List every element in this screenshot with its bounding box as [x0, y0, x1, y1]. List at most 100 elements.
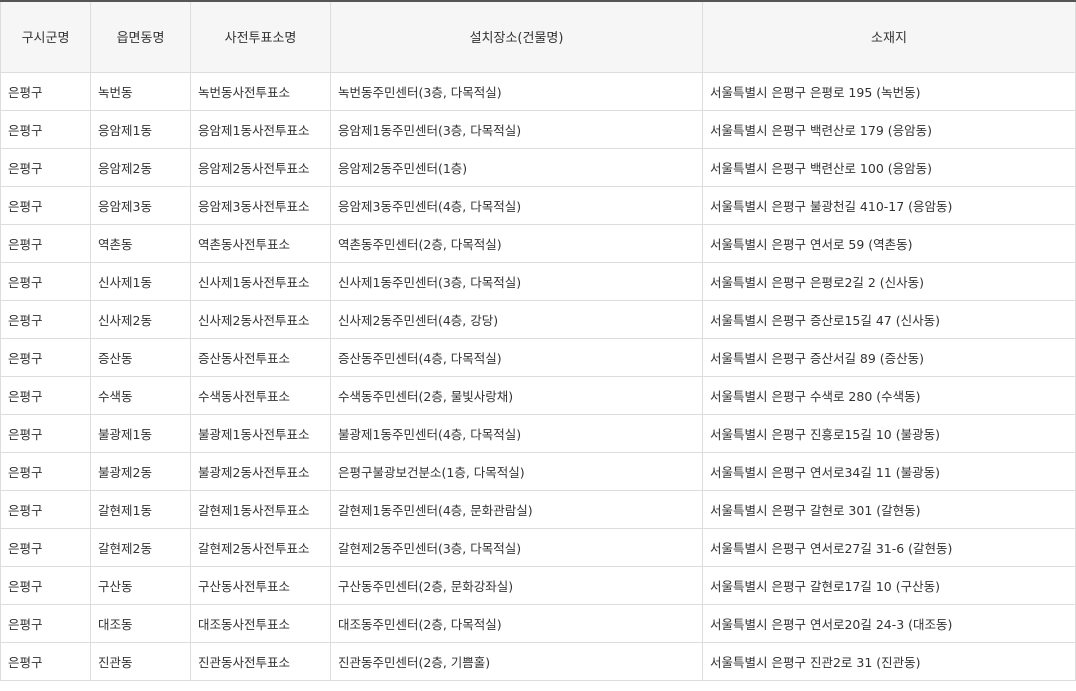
cell-address: 서울특별시 은평구 불광천길 410-17 (응암동) [702, 186, 1076, 225]
polling-stations-table: 구시군명 읍면동명 사전투표소명 설치장소(건물명) 소재지 은평구 녹번동 녹번동… [0, 0, 1076, 681]
table-row: 은평구 진관동 진관동사전투표소 진관동주민센터(2층, 기쁨홀) 서울특별시 은평구 … [0, 642, 1076, 681]
cell-venue: 응암제3동주민센터(4층, 다목적실) [330, 186, 703, 225]
header-station-name: 사전투표소명 [190, 0, 331, 73]
table-row: 은평구 응암제1동 응암제1동사전투표소 응암제1동주민센터(3층, 다목적실) 서울특… [0, 110, 1076, 149]
cell-station-name: 수색동사전투표소 [190, 376, 331, 415]
cell-station-name: 응암제3동사전투표소 [190, 186, 331, 225]
cell-district: 은평구 [0, 414, 91, 453]
cell-address: 서울특별시 은평구 은평로2길 2 (신사동) [702, 262, 1076, 301]
cell-address: 서울특별시 은평구 연서로20길 24-3 (대조동) [702, 604, 1076, 643]
header-row: 구시군명 읍면동명 사전투표소명 설치장소(건물명) 소재지 [0, 0, 1076, 73]
cell-dong: 녹번동 [90, 72, 191, 111]
cell-venue: 증산동주민센터(4층, 다목적실) [330, 338, 703, 377]
table-row: 은평구 응암제3동 응암제3동사전투표소 응암제3동주민센터(4층, 다목적실) 서울특… [0, 186, 1076, 225]
cell-district: 은평구 [0, 224, 91, 263]
cell-station-name: 신사제2동사전투표소 [190, 300, 331, 339]
cell-address: 서울특별시 은평구 은평로 195 (녹번동) [702, 72, 1076, 111]
header-dong: 읍면동명 [90, 0, 191, 73]
cell-district: 은평구 [0, 452, 91, 491]
cell-venue: 대조동주민센터(2층, 다목적실) [330, 604, 703, 643]
cell-district: 은평구 [0, 72, 91, 111]
cell-venue: 갈현제1동주민센터(4층, 문화관람실) [330, 490, 703, 529]
header-venue: 설치장소(건물명) [330, 0, 703, 73]
table-row: 은평구 불광제1동 불광제1동사전투표소 불광제1동주민센터(4층, 다목적실) 서울특… [0, 414, 1076, 453]
cell-address: 서울특별시 은평구 연서로 59 (역촌동) [702, 224, 1076, 263]
cell-station-name: 갈현제1동사전투표소 [190, 490, 331, 529]
cell-address: 서울특별시 은평구 진흥로15길 10 (불광동) [702, 414, 1076, 453]
cell-address: 서울특별시 은평구 증산서길 89 (증산동) [702, 338, 1076, 377]
cell-venue: 갈현제2동주민센터(3층, 다목적실) [330, 528, 703, 567]
cell-district: 은평구 [0, 148, 91, 187]
cell-venue: 녹번동주민센터(3층, 다목적실) [330, 72, 703, 111]
cell-station-name: 불광제2동사전투표소 [190, 452, 331, 491]
cell-station-name: 신사제1동사전투표소 [190, 262, 331, 301]
cell-district: 은평구 [0, 262, 91, 301]
cell-district: 은평구 [0, 566, 91, 605]
cell-dong: 신사제1동 [90, 262, 191, 301]
table-header: 구시군명 읍면동명 사전투표소명 설치장소(건물명) 소재지 [0, 0, 1076, 73]
cell-address: 서울특별시 은평구 증산로15길 47 (신사동) [702, 300, 1076, 339]
cell-address: 서울특별시 은평구 백련산로 100 (응암동) [702, 148, 1076, 187]
cell-station-name: 진관동사전투표소 [190, 642, 331, 681]
cell-dong: 응암제1동 [90, 110, 191, 149]
cell-address: 서울특별시 은평구 갈현로 301 (갈현동) [702, 490, 1076, 529]
cell-district: 은평구 [0, 642, 91, 681]
cell-district: 은평구 [0, 338, 91, 377]
table-row: 은평구 갈현제2동 갈현제2동사전투표소 갈현제2동주민센터(3층, 다목적실) 서울특… [0, 528, 1076, 567]
cell-station-name: 녹번동사전투표소 [190, 72, 331, 111]
cell-address: 서울특별시 은평구 갈현로17길 10 (구산동) [702, 566, 1076, 605]
cell-dong: 불광제1동 [90, 414, 191, 453]
cell-address: 서울특별시 은평구 연서로27길 31-6 (갈현동) [702, 528, 1076, 567]
table-row: 은평구 불광제2동 불광제2동사전투표소 은평구불광보건분소(1층, 다목적실) 서울특… [0, 452, 1076, 491]
cell-dong: 구산동 [90, 566, 191, 605]
cell-venue: 은평구불광보건분소(1층, 다목적실) [330, 452, 703, 491]
cell-venue: 응암제2동주민센터(1층) [330, 148, 703, 187]
cell-dong: 응암제2동 [90, 148, 191, 187]
cell-district: 은평구 [0, 110, 91, 149]
cell-dong: 진관동 [90, 642, 191, 681]
cell-station-name: 구산동사전투표소 [190, 566, 331, 605]
cell-dong: 갈현제1동 [90, 490, 191, 529]
cell-station-name: 응암제1동사전투표소 [190, 110, 331, 149]
cell-venue: 신사제1동주민센터(3층, 다목적실) [330, 262, 703, 301]
cell-address: 서울특별시 은평구 진관2로 31 (진관동) [702, 642, 1076, 681]
cell-dong: 불광제2동 [90, 452, 191, 491]
header-address: 소재지 [702, 0, 1076, 73]
cell-venue: 신사제2동주민센터(4층, 강당) [330, 300, 703, 339]
cell-venue: 수색동주민센터(2층, 물빛사랑채) [330, 376, 703, 415]
cell-dong: 신사제2동 [90, 300, 191, 339]
cell-station-name: 대조동사전투표소 [190, 604, 331, 643]
cell-district: 은평구 [0, 604, 91, 643]
table-body: 은평구 녹번동 녹번동사전투표소 녹번동주민센터(3층, 다목적실) 서울특별시 은평구… [0, 72, 1076, 681]
cell-station-name: 역촌동사전투표소 [190, 224, 331, 263]
cell-station-name: 증산동사전투표소 [190, 338, 331, 377]
cell-dong: 증산동 [90, 338, 191, 377]
cell-station-name: 불광제1동사전투표소 [190, 414, 331, 453]
cell-venue: 불광제1동주민센터(4층, 다목적실) [330, 414, 703, 453]
table-row: 은평구 증산동 증산동사전투표소 증산동주민센터(4층, 다목적실) 서울특별시 은평구… [0, 338, 1076, 377]
cell-venue: 역촌동주민센터(2층, 다목적실) [330, 224, 703, 263]
cell-district: 은평구 [0, 376, 91, 415]
cell-address: 서울특별시 은평구 백련산로 179 (응암동) [702, 110, 1076, 149]
cell-dong: 대조동 [90, 604, 191, 643]
cell-venue: 진관동주민센터(2층, 기쁨홀) [330, 642, 703, 681]
cell-district: 은평구 [0, 186, 91, 225]
cell-station-name: 갈현제2동사전투표소 [190, 528, 331, 567]
cell-district: 은평구 [0, 528, 91, 567]
cell-district: 은평구 [0, 300, 91, 339]
cell-address: 서울특별시 은평구 수색로 280 (수색동) [702, 376, 1076, 415]
cell-venue: 응암제1동주민센터(3층, 다목적실) [330, 110, 703, 149]
table-row: 은평구 대조동 대조동사전투표소 대조동주민센터(2층, 다목적실) 서울특별시 은평구… [0, 604, 1076, 643]
cell-venue: 구산동주민센터(2층, 문화강좌실) [330, 566, 703, 605]
cell-dong: 갈현제2동 [90, 528, 191, 567]
cell-dong: 역촌동 [90, 224, 191, 263]
table-row: 은평구 녹번동 녹번동사전투표소 녹번동주민센터(3층, 다목적실) 서울특별시 은평구… [0, 72, 1076, 111]
cell-dong: 수색동 [90, 376, 191, 415]
table-row: 은평구 신사제2동 신사제2동사전투표소 신사제2동주민센터(4층, 강당) 서울특별시… [0, 300, 1076, 339]
cell-station-name: 응암제2동사전투표소 [190, 148, 331, 187]
header-district: 구시군명 [0, 0, 91, 73]
table-row: 은평구 신사제1동 신사제1동사전투표소 신사제1동주민센터(3층, 다목적실) 서울특… [0, 262, 1076, 301]
table-row: 은평구 구산동 구산동사전투표소 구산동주민센터(2층, 문화강좌실) 서울특별시 은평… [0, 566, 1076, 605]
table-row: 은평구 역촌동 역촌동사전투표소 역촌동주민센터(2층, 다목적실) 서울특별시 은평구… [0, 224, 1076, 263]
cell-address: 서울특별시 은평구 연서로34길 11 (불광동) [702, 452, 1076, 491]
